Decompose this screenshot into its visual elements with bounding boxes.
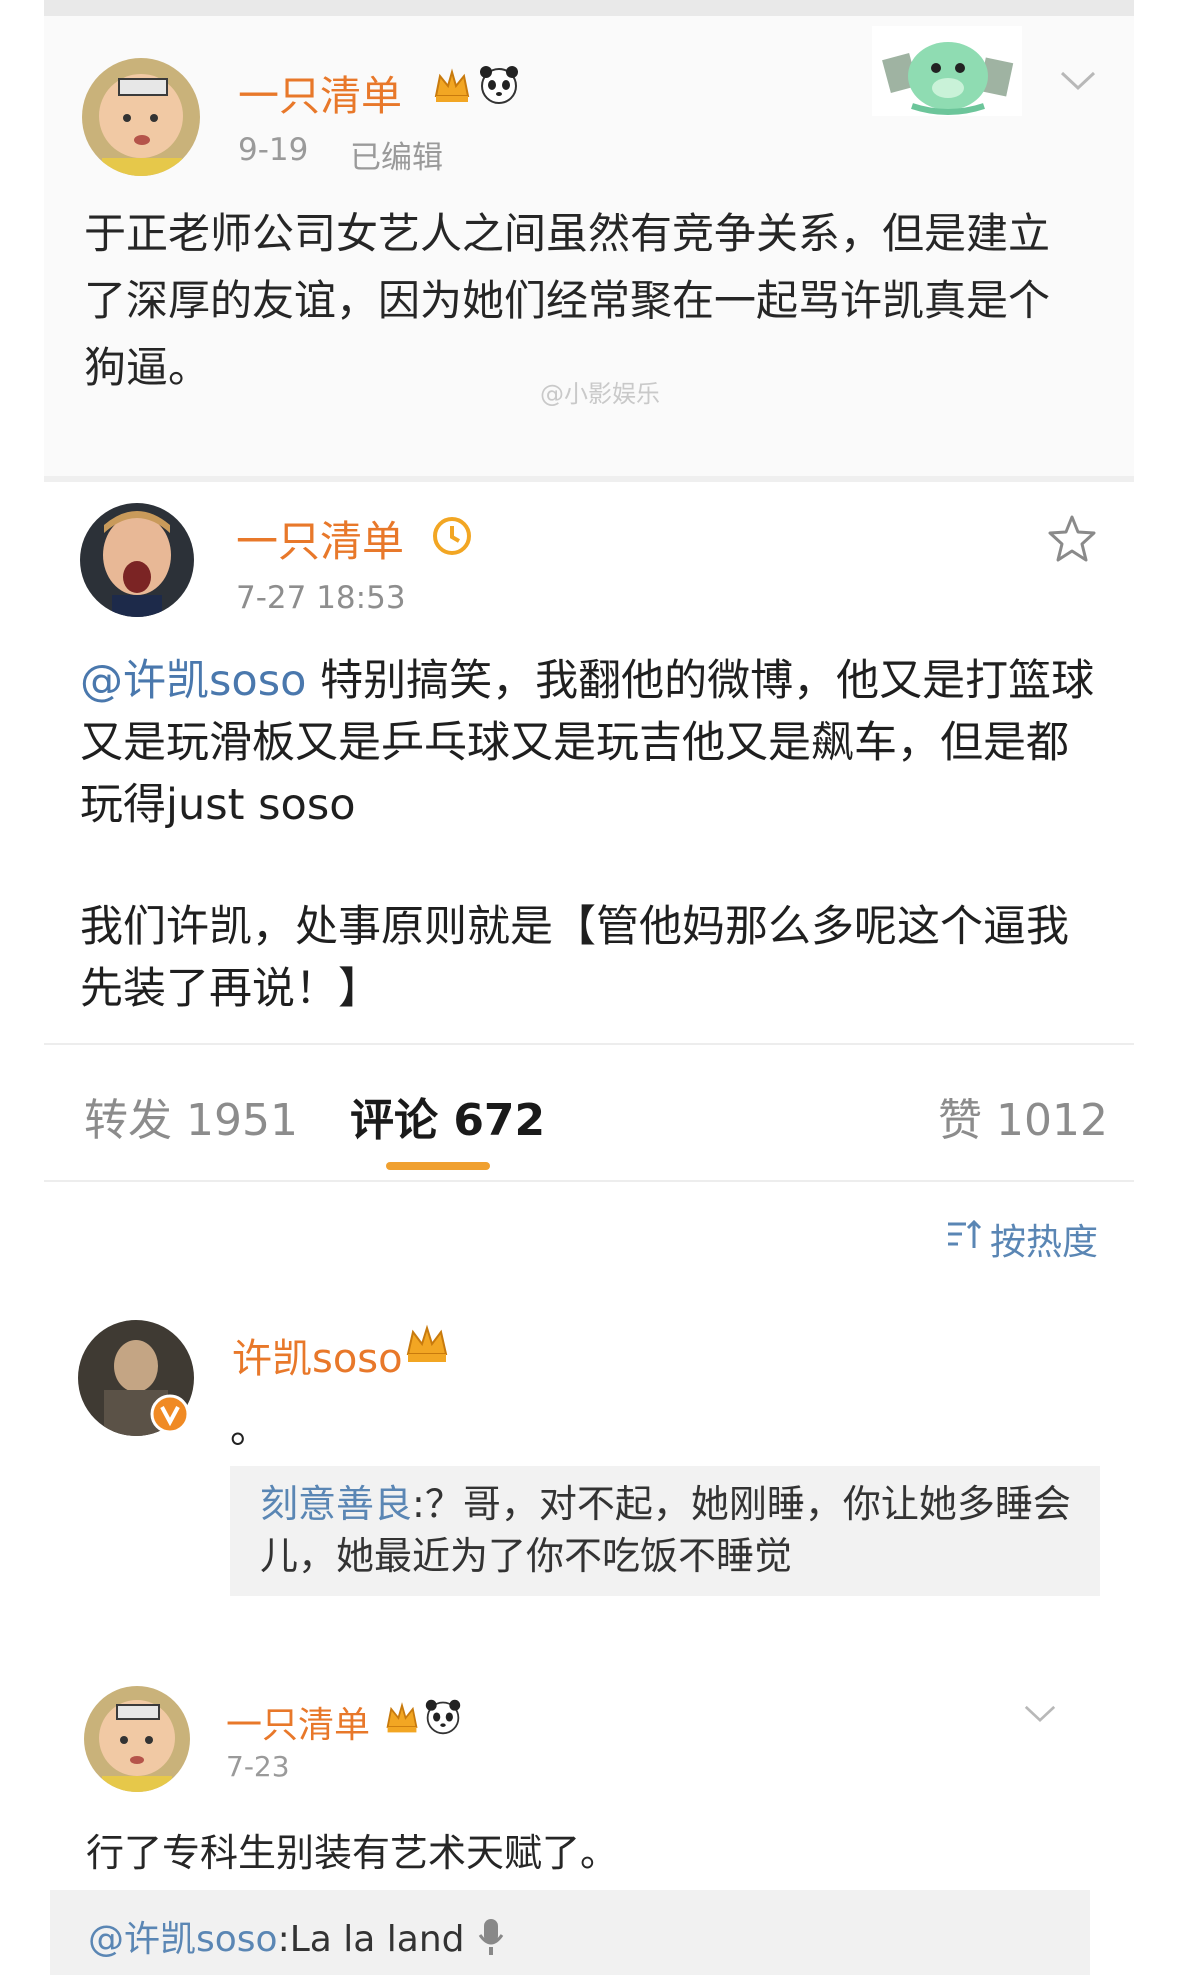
reply-text: 刻意善良:？哥，对不起，她刚睡，你让她多睡会儿，她最近为了你不吃饭不睡觉 (260, 1478, 1080, 1590)
post2-username[interactable]: 一只清单 (236, 508, 404, 569)
post2-avatar[interactable] (80, 503, 194, 617)
dinosaur-sticker-icon (872, 26, 1022, 120)
chevron-down-icon[interactable] (1060, 70, 1096, 96)
divider (44, 1180, 1134, 1182)
star-icon[interactable] (1046, 514, 1098, 568)
vip-crown-icon (384, 1700, 420, 1740)
watermark-text: @小影娱乐 (540, 380, 660, 408)
post1-content: 于正老师公司女艺人之间虽然有竞争关系，但是建立了深厚的友谊，因为她们经常聚在一起… (84, 209, 1051, 392)
vip-crown-icon (404, 1322, 450, 1372)
top-bar (44, 0, 1134, 16)
divider (44, 476, 1134, 482)
sort-icon[interactable] (946, 1218, 984, 1256)
post3-reply: @许凯soso:La la land (88, 1910, 506, 1966)
post1-time: 9-19 (238, 132, 309, 168)
verified-badge-icon (150, 1394, 190, 1438)
microphone-icon (476, 1917, 506, 1966)
tab-indicator (386, 1162, 490, 1170)
reply-box[interactable]: 刻意善良:？哥，对不起，她刚睡，你让她多睡会儿，她最近为了你不吃饭不睡觉 (230, 1466, 1100, 1596)
post3-avatar[interactable] (84, 1686, 190, 1792)
reply-username[interactable]: 刻意善良 (260, 1482, 412, 1526)
post3-reply-mention[interactable]: @许凯soso (88, 1919, 278, 1960)
panda-icon (478, 64, 520, 110)
clock-badge-icon (432, 516, 472, 560)
post2-content: @许凯soso 特别搞笑，我翻他的微博，他又是打篮球又是玩滑板又是乒乓球又是玩吉… (80, 650, 1100, 836)
mention-link[interactable]: @许凯soso (80, 656, 306, 706)
reply-box[interactable]: @许凯soso:La la land (50, 1890, 1090, 1975)
tab-like[interactable]: 赞 1012 (938, 1084, 1108, 1148)
chevron-down-icon[interactable] (1024, 1704, 1056, 1728)
comment1-content: 。 (230, 1406, 270, 1452)
post3-username[interactable]: 一只清单 (226, 1696, 370, 1748)
panda-icon (424, 1698, 462, 1740)
post2-time: 7-27 18:53 (236, 580, 406, 616)
post2-content-p2: 我们许凯，处事原则就是【管他妈那么多呢这个逼我先装了再说！】 (80, 902, 1069, 1014)
post1-avatar[interactable] (82, 58, 200, 176)
tab-repost[interactable]: 转发 1951 (84, 1084, 298, 1148)
post3-time: 7-23 (226, 1750, 290, 1783)
tab-comment[interactable]: 评论 672 (350, 1084, 545, 1148)
post1-username[interactable]: 一只清单 (238, 62, 402, 122)
post3-content: 行了专科生别装有艺术天赋了。 (86, 1831, 619, 1875)
post1-edited: 已编辑 (350, 140, 443, 176)
sort-button[interactable]: 按热度 (990, 1213, 1098, 1265)
divider (44, 1043, 1134, 1045)
post3-reply-text: :La la land (277, 1919, 465, 1960)
vip-crown-icon (432, 66, 472, 110)
comment1-username[interactable]: 许凯soso (232, 1326, 403, 1384)
